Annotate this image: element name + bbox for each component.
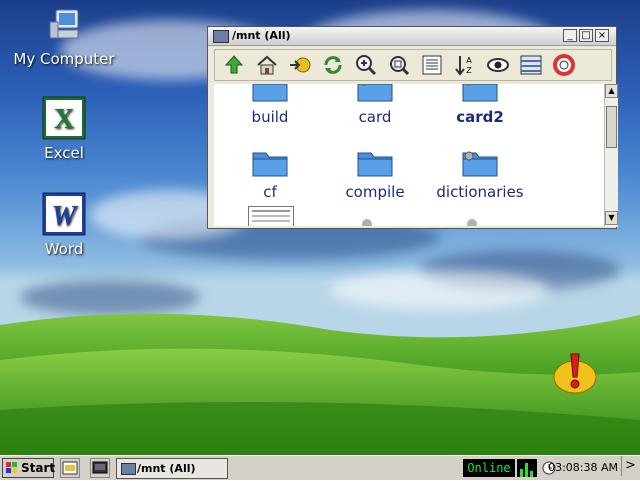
folder-label: card2 xyxy=(456,108,504,126)
folder-item[interactable]: dictionaries xyxy=(430,149,530,201)
folder-icon xyxy=(462,149,498,177)
refresh-icon[interactable] xyxy=(320,53,346,77)
svg-text:X: X xyxy=(54,104,74,135)
zoom-fit-icon[interactable] xyxy=(386,53,412,77)
folder-item[interactable]: card2 xyxy=(430,84,530,126)
folder-icon xyxy=(252,84,288,102)
folder-item[interactable]: card xyxy=(325,84,425,126)
terminal-icon[interactable] xyxy=(90,458,110,478)
desktop-icon-excel[interactable]: X Excel xyxy=(9,96,119,162)
desktop-icon-label: Excel xyxy=(44,144,84,162)
alert-icon[interactable] xyxy=(552,350,598,396)
list-icon[interactable] xyxy=(518,53,544,77)
folder-item[interactable]: cf xyxy=(220,149,320,201)
zoom-in-icon[interactable] xyxy=(353,53,379,77)
window-titlebar[interactable]: /mnt (All) _ □ × xyxy=(208,27,616,46)
folder-icon xyxy=(357,149,393,177)
start-label: Start xyxy=(21,461,56,475)
window-title: /mnt (All) xyxy=(232,29,291,42)
view-icon[interactable] xyxy=(485,53,511,77)
go-icon[interactable] xyxy=(287,53,313,77)
folder-icon[interactable] xyxy=(362,219,372,226)
folder-label: card xyxy=(358,108,392,126)
file-manager-window[interactable]: /mnt (All) _ □ × AZ build card card2 cf … xyxy=(207,26,618,229)
folder-icon xyxy=(462,84,498,102)
minimize-button[interactable]: _ xyxy=(563,29,577,42)
scroll-thumb[interactable] xyxy=(606,106,617,148)
word-icon: W xyxy=(42,192,86,236)
details-icon[interactable] xyxy=(419,53,445,77)
clock[interactable]: 03:08:38 AM xyxy=(543,461,618,474)
computer-icon xyxy=(42,8,86,52)
maximize-button[interactable]: □ xyxy=(579,29,593,42)
folder-label: compile xyxy=(345,183,405,201)
taskbar: Start /mnt (All) Online 03:08:38 AM > xyxy=(0,455,640,480)
svg-text:W: W xyxy=(52,201,79,232)
taskbar-window-button[interactable]: /mnt (All) xyxy=(116,458,228,479)
vertical-scrollbar[interactable]: ▲ ▼ xyxy=(604,84,618,227)
folder-icon xyxy=(357,84,393,102)
taskbar-window-label: /mnt (All) xyxy=(137,462,196,475)
folder-window-icon xyxy=(121,463,136,475)
folder-label: build xyxy=(251,108,289,126)
up-icon[interactable] xyxy=(221,53,247,77)
file-list: build card card2 cf compile dictionaries xyxy=(214,84,604,226)
start-button[interactable]: Start xyxy=(2,458,56,478)
folder-item[interactable]: compile xyxy=(325,149,425,201)
window-toolbar: AZ xyxy=(214,49,612,81)
close-button[interactable]: × xyxy=(595,29,609,42)
scroll-up-button[interactable]: ▲ xyxy=(605,84,618,98)
start-logo-icon xyxy=(6,462,18,474)
help-icon[interactable] xyxy=(551,53,577,77)
excel-icon: X xyxy=(42,96,86,140)
folder-item[interactable]: build xyxy=(220,84,320,126)
cpu-meter-icon[interactable] xyxy=(517,459,537,477)
document-icon[interactable] xyxy=(248,206,294,226)
desktop-icon-my-computer[interactable]: My Computer xyxy=(9,8,119,68)
tray-expand-button[interactable]: > xyxy=(621,456,639,476)
svg-text:A: A xyxy=(466,56,472,65)
scroll-down-button[interactable]: ▼ xyxy=(605,211,618,225)
desktop-icon-label: My Computer xyxy=(13,50,115,68)
system-tray: Online 03:08:38 AM xyxy=(460,458,620,478)
folder-label: cf xyxy=(263,183,277,201)
show-desktop-icon[interactable] xyxy=(60,458,80,478)
folder-label: dictionaries xyxy=(436,183,524,201)
svg-text:Z: Z xyxy=(466,66,472,75)
desktop-icon-label: Word xyxy=(44,240,84,258)
folder-icon xyxy=(252,149,288,177)
folder-window-icon xyxy=(213,30,229,43)
folder-icon[interactable] xyxy=(467,219,477,226)
desktop-icon-word[interactable]: W Word xyxy=(9,192,119,258)
sort-icon[interactable]: AZ xyxy=(452,53,478,77)
home-icon[interactable] xyxy=(254,53,280,77)
network-status[interactable]: Online xyxy=(463,459,515,477)
